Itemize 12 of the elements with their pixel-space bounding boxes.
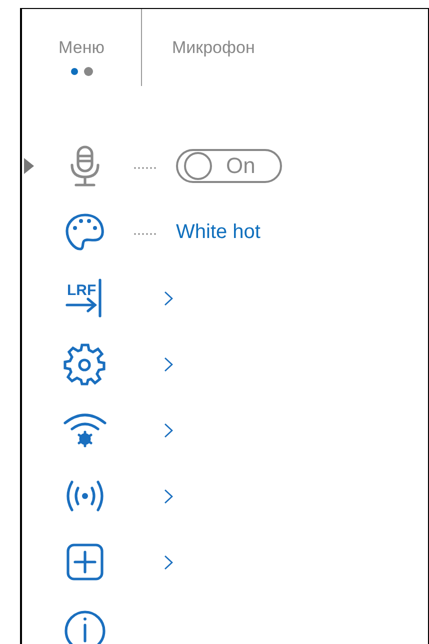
chevron-right-icon <box>164 356 173 372</box>
tab-label[interactable]: Микрофон <box>172 38 255 57</box>
chevron-right-icon <box>164 554 173 570</box>
chevron-right-icon <box>164 290 173 306</box>
settings-icon[interactable] <box>62 341 108 387</box>
toggle-switch[interactable]: On <box>176 149 282 183</box>
chevron-right-icon <box>164 422 173 438</box>
dotted-leader <box>134 166 156 170</box>
chevron-right-icon <box>164 488 173 504</box>
option-value: White hot <box>176 220 260 244</box>
tab-label[interactable]: Меню <box>58 37 104 59</box>
dotted-leader <box>134 232 156 236</box>
